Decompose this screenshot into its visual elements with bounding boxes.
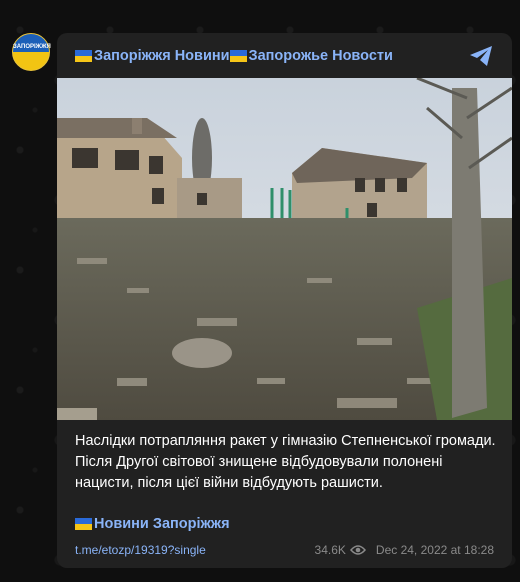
- channel-avatar[interactable]: ЗАПОРІЖЖЯ: [12, 33, 51, 71]
- views-counter: 34.6K Dec 24, 2022 at 18:28: [315, 543, 494, 557]
- post-caption: Наслідки потрапляння ракет у гімназію Ст…: [75, 433, 496, 491]
- post-url[interactable]: t.me/etozp/19319?single: [75, 543, 206, 557]
- post-photo[interactable]: [57, 78, 512, 420]
- signature-link[interactable]: Новини Запоріжжя: [75, 516, 230, 532]
- ukraine-flag-icon: [229, 50, 247, 62]
- channel-name-part1: Запоріжжя Новини: [94, 48, 230, 64]
- channel-name-part2: Запорожье Новости: [248, 48, 393, 64]
- eye-icon: [349, 545, 366, 555]
- avatar-text: ЗАПОРІЖЖЯ: [13, 44, 51, 50]
- ukraine-flag-icon: [75, 50, 92, 62]
- post-footer: t.me/etozp/19319?single 34.6K Dec 24, 20…: [75, 541, 494, 559]
- ukraine-flag-icon: [75, 518, 92, 530]
- post-date: Dec 24, 2022 at 18:28: [375, 543, 494, 557]
- views-count: 34.6K: [314, 543, 346, 557]
- channel-name[interactable]: Запоріжжя Новини Запорожье Новости: [75, 46, 452, 66]
- share-arrow-icon[interactable]: [468, 45, 494, 67]
- signature-text: Новини Запоріжжя: [94, 516, 230, 532]
- message-card: Запоріжжя Новини Запорожье Новости Наслі…: [57, 33, 512, 568]
